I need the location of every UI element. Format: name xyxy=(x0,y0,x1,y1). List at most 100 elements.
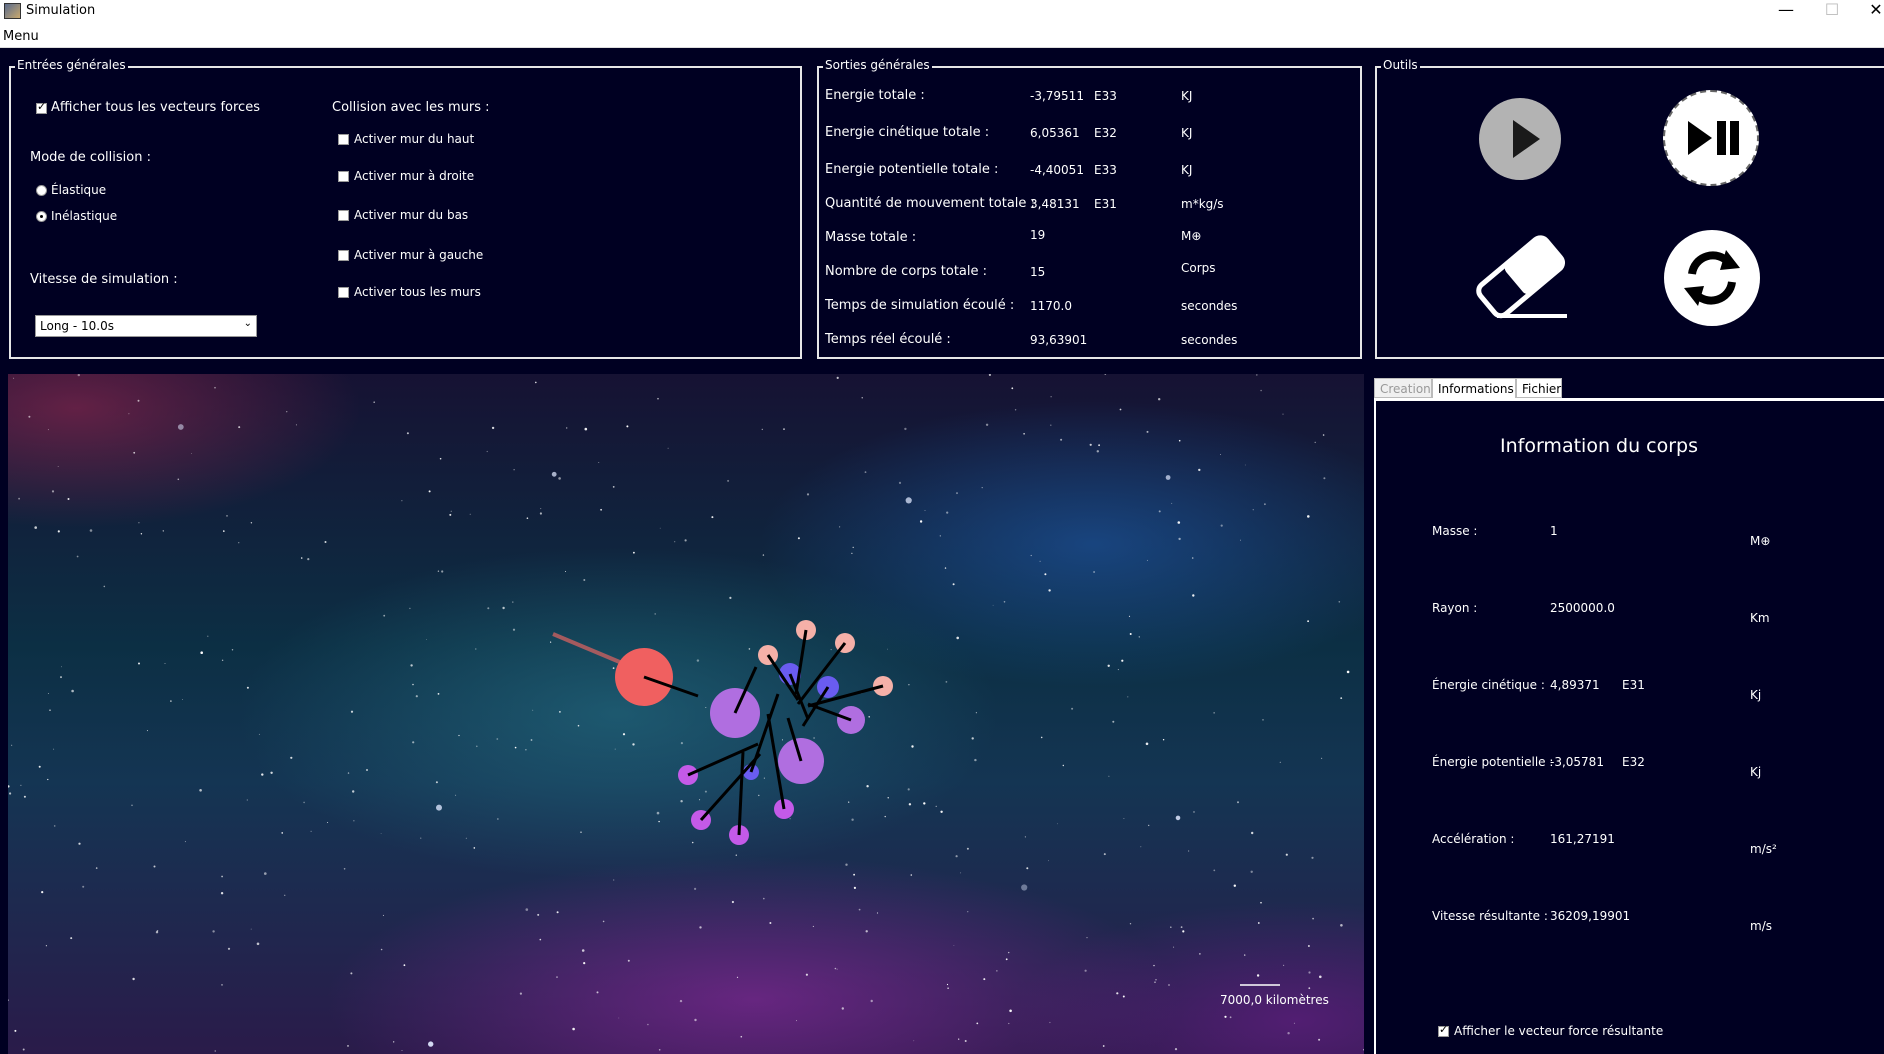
acceleration-value: 161,27191 xyxy=(1550,832,1615,846)
menu-item-menu[interactable]: Menu xyxy=(3,29,39,44)
star xyxy=(1307,945,1310,947)
wall-top-checkbox[interactable] xyxy=(338,134,349,145)
star xyxy=(238,426,241,429)
star xyxy=(200,651,203,654)
output-exponent: E33 xyxy=(1094,89,1117,103)
star xyxy=(1096,450,1100,453)
wall-bottom-checkbox[interactable] xyxy=(338,210,349,221)
play-button[interactable] xyxy=(1479,98,1561,180)
star xyxy=(1122,995,1125,998)
radius-label: Rayon : xyxy=(1432,601,1478,615)
star xyxy=(1009,1009,1012,1013)
simulation-canvas[interactable]: 7000,0 kilomètres xyxy=(8,374,1364,1054)
star xyxy=(1021,884,1028,891)
star xyxy=(659,527,661,529)
star xyxy=(57,466,59,467)
star xyxy=(1024,836,1026,838)
star xyxy=(71,689,74,693)
star xyxy=(512,601,514,603)
star xyxy=(49,709,51,711)
star xyxy=(1251,831,1254,835)
star xyxy=(469,513,471,515)
star xyxy=(956,636,959,640)
star xyxy=(238,542,240,544)
star xyxy=(1040,736,1043,739)
star xyxy=(1162,739,1165,741)
star xyxy=(884,815,886,818)
star xyxy=(1244,464,1246,466)
star xyxy=(458,734,460,737)
star xyxy=(502,606,505,610)
star xyxy=(866,785,869,788)
star xyxy=(70,937,73,940)
star xyxy=(1014,409,1017,411)
star xyxy=(487,607,490,610)
star xyxy=(711,516,714,519)
star xyxy=(350,972,353,975)
star xyxy=(596,991,599,994)
output-value: -4,40051 xyxy=(1030,163,1084,177)
star xyxy=(1107,664,1110,667)
star xyxy=(983,978,986,981)
wall-right-checkbox[interactable] xyxy=(338,171,349,182)
star xyxy=(1129,633,1132,635)
star xyxy=(220,892,224,895)
star xyxy=(600,508,602,511)
show-force-checkbox[interactable] xyxy=(1438,1023,1449,1037)
star xyxy=(704,790,707,793)
star xyxy=(841,1007,844,1010)
star xyxy=(1168,984,1170,986)
elastic-radio[interactable] xyxy=(36,185,47,196)
mass-label: Masse : xyxy=(1432,524,1478,538)
tab-file[interactable]: Fichier xyxy=(1516,378,1562,398)
star xyxy=(47,429,49,431)
star xyxy=(439,457,442,460)
star xyxy=(67,498,70,500)
star xyxy=(1119,408,1122,411)
star xyxy=(836,376,839,379)
inelastic-radio[interactable] xyxy=(36,211,47,222)
star xyxy=(782,739,783,741)
wall-left-checkbox[interactable] xyxy=(338,250,349,261)
tab-informations[interactable]: Informations xyxy=(1432,378,1516,398)
step-button[interactable] xyxy=(1663,90,1759,186)
star xyxy=(1146,430,1149,433)
star xyxy=(1103,853,1106,856)
star xyxy=(214,386,216,389)
potential-energy-label: Énergie potentielle : xyxy=(1432,755,1554,769)
general-inputs-legend: Entrées générales xyxy=(15,58,128,72)
star xyxy=(919,520,923,523)
wall-all-label: Activer tous les murs xyxy=(354,285,481,299)
reset-button[interactable] xyxy=(1664,230,1760,326)
star xyxy=(705,707,707,708)
star xyxy=(656,811,660,815)
body-info-title: Information du corps xyxy=(1500,435,1699,457)
star xyxy=(525,749,527,751)
star xyxy=(627,959,630,962)
star xyxy=(1319,975,1322,979)
wall-all-checkbox[interactable] xyxy=(338,287,349,298)
star xyxy=(164,663,166,664)
star xyxy=(910,874,913,876)
close-button[interactable]: ✕ xyxy=(1856,0,1884,22)
star xyxy=(727,479,730,482)
star xyxy=(1193,811,1195,813)
output-label: Nombre de corps totale : xyxy=(825,264,988,279)
minimize-button[interactable]: — xyxy=(1766,0,1806,22)
star xyxy=(694,1018,697,1022)
sim-speed-select[interactable]: Long - 10.0s ⌄ xyxy=(35,315,257,337)
star xyxy=(1182,930,1185,933)
star xyxy=(455,794,457,796)
maximize-button[interactable]: ☐ xyxy=(1812,0,1852,22)
star xyxy=(657,397,659,400)
star xyxy=(1307,620,1309,623)
eraser-button[interactable] xyxy=(1467,228,1573,324)
tab-creation[interactable]: Creation xyxy=(1374,378,1432,398)
output-label: Quantité de mouvement totale : xyxy=(825,196,1035,211)
star xyxy=(1233,884,1237,887)
star xyxy=(47,693,49,694)
star xyxy=(613,879,615,881)
star xyxy=(1237,801,1239,804)
star xyxy=(868,716,870,718)
show-all-forces-checkbox[interactable] xyxy=(36,100,47,114)
